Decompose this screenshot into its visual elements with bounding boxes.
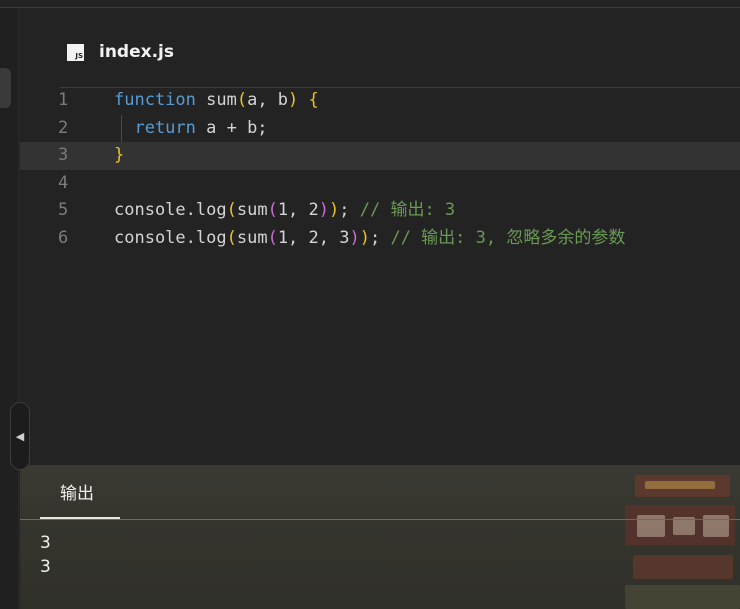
code-token: ( [236, 90, 248, 110]
left-sidebar-strip [0, 8, 19, 609]
output-line: 3 [40, 557, 51, 577]
code-line[interactable]: 2 return a + b; [20, 114, 740, 143]
line-number: 3 [58, 145, 69, 165]
collapse-panel-handle[interactable]: ◀ [10, 402, 30, 470]
js-file-icon: JS [67, 43, 84, 61]
code-token: sum [236, 227, 268, 248]
code-line[interactable]: 5 console.log(sum(1, 2)); // 输出: 3 [20, 197, 740, 225]
file-header: JS index.js [67, 42, 174, 62]
output-line: 3 [40, 533, 51, 553]
sidebar-tab-stub[interactable] [0, 68, 11, 108]
code-text: return a + b; [114, 115, 268, 143]
code-token: console.log [114, 200, 227, 220]
code-token: 1, 2 [277, 200, 319, 220]
output-console: 3 3 [40, 531, 51, 579]
line-number: 1 [58, 90, 69, 110]
file-name: index.js [99, 42, 174, 62]
code-token: ) [318, 200, 330, 220]
code-editor[interactable]: 1 function sum(a, b) {2 return a + b; 3} 4 5… [20, 87, 740, 252]
code-token: function [114, 90, 196, 110]
code-text: console.log(sum(1, 2)); // 输出: 3 [114, 197, 455, 225]
code-token: { [308, 90, 319, 110]
line-number: 4 [58, 172, 69, 193]
code-line[interactable]: 3} [20, 142, 740, 170]
code-text: console.log(sum(1, 2, 3)); // 输出: 3, 忽略多… [114, 225, 625, 253]
code-token: ( [226, 200, 237, 220]
line-number: 5 [58, 200, 69, 220]
code-token: ) [329, 200, 340, 220]
code-token: a + b; [195, 117, 268, 138]
code-text: function sum(a, b) { [114, 87, 319, 115]
code-token: ) [359, 227, 370, 248]
output-panel: 输出 3 3 [20, 465, 740, 609]
code-token: ( [226, 227, 237, 248]
code-token: ) [288, 90, 299, 110]
code-token: // 输出: 3, 忽略多余的参数 [390, 227, 626, 248]
code-token: ) [349, 227, 360, 248]
background-decoration [625, 465, 740, 609]
code-token: a, b [247, 90, 289, 110]
code-token: } [114, 145, 125, 165]
code-token: sum [195, 90, 237, 110]
code-token: ; [369, 227, 391, 248]
triangle-left-icon: ◀ [15, 430, 25, 443]
code-token: // 输出: 3 [359, 200, 456, 220]
code-line[interactable]: 4 [20, 170, 740, 198]
line-number: 6 [58, 227, 69, 248]
code-token: ; [339, 200, 360, 220]
code-token: sum [236, 200, 268, 220]
output-divider [20, 519, 740, 520]
tab-output[interactable]: 输出 [60, 479, 94, 504]
code-token: return [114, 117, 196, 138]
code-token: console.log [114, 227, 227, 248]
code-token: ( [267, 227, 278, 248]
code-text: } [114, 142, 124, 170]
code-line[interactable]: 6 console.log(sum(1, 2, 3)); // 输出: 3, 忽略… [20, 225, 740, 253]
code-token: ( [267, 200, 278, 220]
code-token: 1, 2, 3 [277, 227, 350, 248]
window-top-border [0, 7, 740, 8]
code-line[interactable]: 1 function sum(a, b) { [20, 87, 740, 115]
line-number: 2 [58, 117, 69, 138]
